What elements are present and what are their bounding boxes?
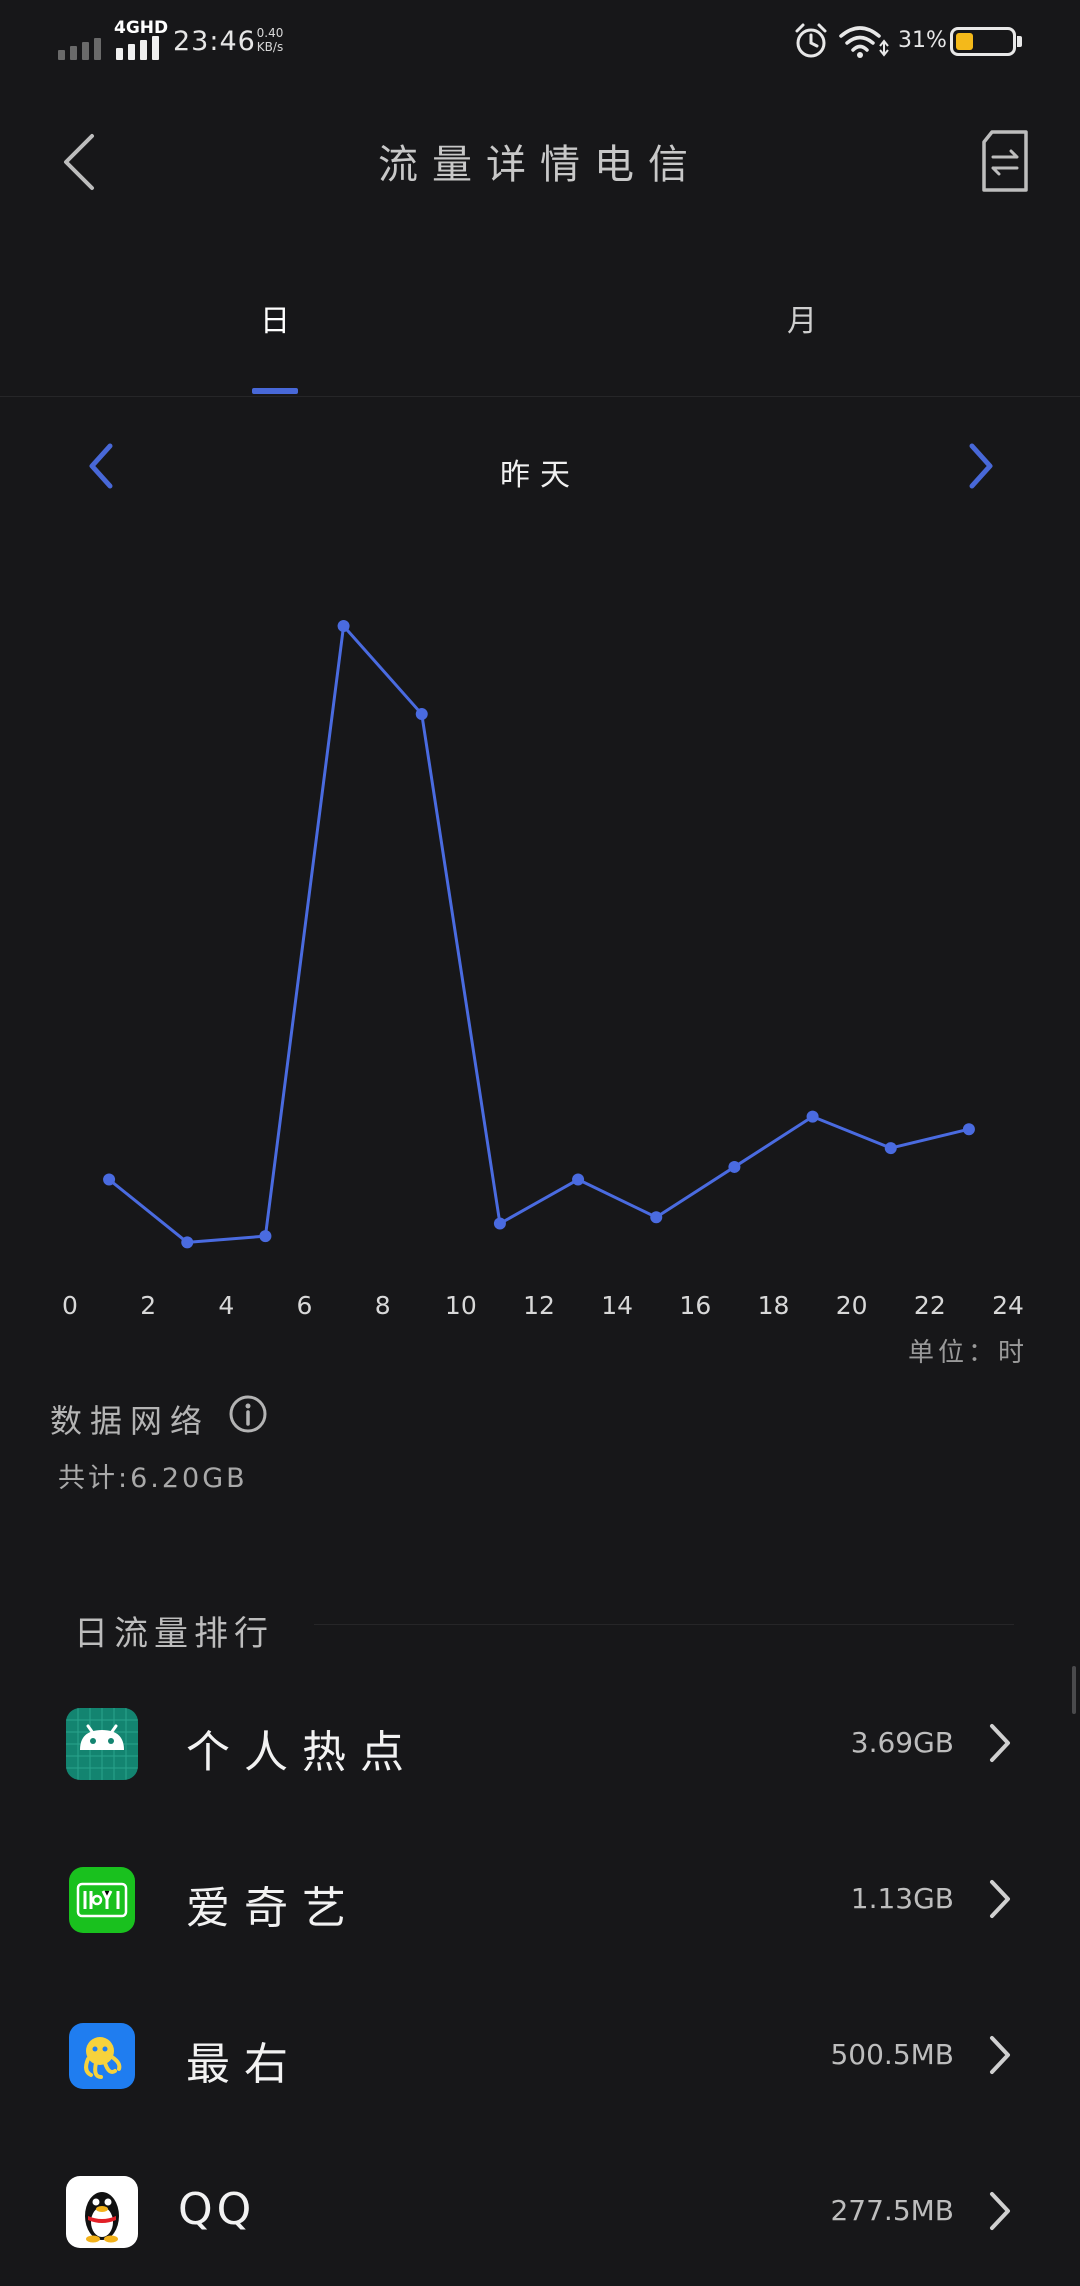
app-usage: 277.5MB <box>830 2194 954 2227</box>
chevron-left-icon <box>89 443 113 489</box>
alarm-clock-icon <box>795 23 827 58</box>
sim-switch-icon <box>982 130 1028 192</box>
daily-ranking-title: 日流量排行 <box>74 1614 274 1654</box>
network-type-label: 4GHD <box>114 18 169 38</box>
network-speed: 0.40 KB/s <box>252 26 288 54</box>
chevron-right-icon <box>990 2192 1010 2230</box>
chart-x-ticks: 0 2 4 6 8 10 12 14 16 18 20 22 24 <box>62 1291 1024 1320</box>
x-tick-label: 16 <box>679 1291 711 1320</box>
x-tick-label: 14 <box>601 1291 633 1320</box>
app-row-qq[interactable]: QQ 277.5MB <box>0 2136 1080 2286</box>
previous-date-button[interactable] <box>82 440 122 492</box>
data-point <box>181 1236 194 1249</box>
tab-day[interactable]: 日 <box>215 296 335 340</box>
app-usage: 500.5MB <box>830 2038 954 2071</box>
app-name: 最右 <box>186 2039 302 2090</box>
usage-line-chart: 0 2 4 6 8 10 12 14 16 18 20 22 24 <box>62 620 1024 1320</box>
x-tick-label: 12 <box>523 1291 555 1320</box>
zuiyou-icon <box>69 2023 135 2089</box>
data-point <box>415 708 428 721</box>
x-tick-label: 10 <box>445 1291 477 1320</box>
data-point <box>493 1217 506 1230</box>
info-icon[interactable] <box>228 1394 268 1434</box>
tab-indicator <box>252 388 298 394</box>
app-usage: 1.13GB <box>850 1882 954 1915</box>
chart-points <box>103 620 975 1249</box>
date-label: 昨天 <box>500 458 580 493</box>
chevron-right-icon <box>990 2036 1010 2074</box>
chevron-left-icon <box>64 134 94 190</box>
x-tick-label: 4 <box>218 1291 234 1320</box>
data-point <box>728 1160 741 1173</box>
data-network-label: 数据网络 <box>50 1402 211 1440</box>
x-tick-label: 18 <box>758 1291 790 1320</box>
x-tick-label: 20 <box>836 1291 868 1320</box>
data-point <box>337 620 350 632</box>
chart-series <box>108 624 970 1244</box>
chevron-right-icon <box>990 1724 1010 1762</box>
app-name: QQ <box>178 2184 256 2235</box>
chart-unit-label: 单位：时 <box>907 1338 1028 1368</box>
speed-unit: KB/s <box>256 40 284 54</box>
battery-fill <box>956 33 973 50</box>
chevron-right-icon <box>969 443 993 489</box>
data-point <box>650 1211 663 1224</box>
battery-nub <box>1017 36 1022 47</box>
x-tick-label: 22 <box>914 1291 946 1320</box>
speed-value: 0.40 <box>256 26 284 40</box>
app-row-zuiyou[interactable]: 最右 500.5MB <box>0 1980 1080 2130</box>
app-row-hotspot[interactable]: 个人热点 3.69GB <box>0 1668 1080 1818</box>
battery-icon <box>950 27 1016 56</box>
clock: 23:46 <box>173 26 256 57</box>
data-point <box>806 1110 819 1123</box>
data-point <box>259 1230 272 1243</box>
back-button[interactable] <box>52 128 108 196</box>
x-tick-label: 0 <box>62 1291 78 1320</box>
next-date-button[interactable] <box>960 440 1000 492</box>
qq-penguin-icon <box>66 2176 138 2248</box>
tab-month[interactable]: 月 <box>742 296 862 340</box>
app-name: 个人热点 <box>186 1727 418 1778</box>
total-usage-label: 共计:6.20GB <box>58 1463 248 1494</box>
iqiyi-icon <box>69 1867 135 1933</box>
sim-switch-button[interactable] <box>976 128 1034 194</box>
data-point <box>962 1123 975 1136</box>
x-tick-label: 8 <box>375 1291 391 1320</box>
x-tick-label: 6 <box>297 1291 313 1320</box>
tab-divider <box>0 396 1080 397</box>
x-tick-label: 2 <box>140 1291 156 1320</box>
app-name: 爱奇艺 <box>186 1883 360 1934</box>
wifi-icon <box>839 26 889 58</box>
page-title: 流量详情电信 <box>378 142 702 188</box>
series-line <box>108 624 970 1244</box>
app-row-iqiyi[interactable]: 爱奇艺 1.13GB <box>0 1824 1080 1974</box>
x-tick-label: 24 <box>992 1291 1024 1320</box>
status-bar: 4GHD 23:46 0.40 KB/s 31% <box>0 0 1080 84</box>
app-usage: 3.69GB <box>850 1726 954 1759</box>
data-point <box>884 1142 897 1155</box>
ranking-divider <box>314 1624 1014 1625</box>
data-point <box>103 1173 116 1186</box>
android-icon <box>66 1708 138 1780</box>
battery-percent: 31% <box>898 28 947 53</box>
data-point <box>572 1173 585 1186</box>
chevron-right-icon <box>990 1880 1010 1918</box>
